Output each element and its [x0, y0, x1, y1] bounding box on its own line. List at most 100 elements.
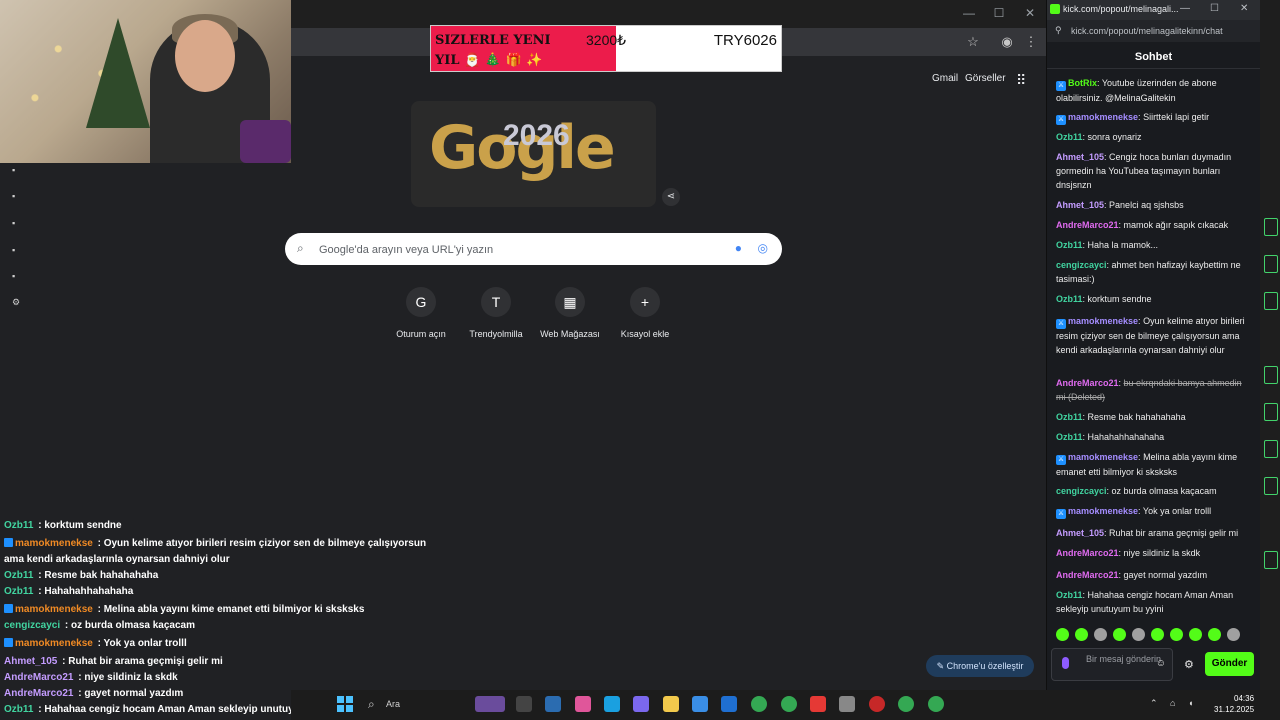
store-icon[interactable]: [692, 696, 708, 712]
chat-message[interactable]: Ahmet_105: Ruhat bir arama geçmişi gelir…: [1056, 526, 1250, 540]
emote-icon[interactable]: [1151, 628, 1164, 641]
youtube-icon[interactable]: [810, 696, 826, 712]
taskbar-app-icon[interactable]: [839, 696, 855, 712]
customize-chrome-button[interactable]: ✎ Chrome'u özelleştir: [926, 655, 1034, 677]
shortcut-webstore[interactable]: ▦ Web Mağazası: [530, 287, 610, 339]
chrome-icon[interactable]: [751, 696, 767, 712]
chat-username[interactable]: Ahmet_105: [1056, 152, 1104, 162]
chat-message[interactable]: AndreMarco21: niye sildiniz la skdk: [1056, 546, 1250, 560]
gear-icon[interactable]: ⚙: [12, 297, 20, 307]
images-link[interactable]: Görseller: [965, 73, 1006, 84]
microphone-icon[interactable]: [1062, 657, 1069, 669]
chat-username[interactable]: Ahmet_105: [1056, 200, 1104, 210]
chat-username[interactable]: Ozb11: [1056, 132, 1083, 142]
file-explorer-icon[interactable]: [663, 696, 679, 712]
chrome-icon[interactable]: [928, 696, 944, 712]
chat-username[interactable]: Ozb11: [1056, 590, 1083, 600]
search-input[interactable]: [317, 238, 701, 262]
side-icon[interactable]: ▪: [12, 271, 20, 281]
emote-icon[interactable]: [1075, 628, 1088, 641]
chat-username[interactable]: cengizcayci: [1056, 260, 1107, 270]
emote-icon[interactable]: [1113, 628, 1126, 641]
chat-settings-icon[interactable]: ⚙: [1184, 658, 1194, 671]
network-icon[interactable]: ⌂: [1170, 698, 1175, 708]
chrome-icon[interactable]: [781, 696, 797, 712]
close-icon[interactable]: ✕: [1020, 6, 1040, 20]
chat-username[interactable]: AndreMarco21: [1056, 378, 1119, 388]
search-bar[interactable]: ⌕ ● ◎: [285, 233, 782, 265]
emote-icon[interactable]: [1132, 628, 1145, 641]
taskbar-app-icon[interactable]: [575, 696, 591, 712]
close-icon[interactable]: ✕: [1240, 3, 1248, 14]
shortcut-signin[interactable]: G Oturum açın: [381, 287, 461, 339]
profile-icon[interactable]: ◉: [998, 34, 1016, 50]
chat-username[interactable]: mamokmenekse: [1068, 452, 1138, 462]
emote-icon[interactable]: [1189, 628, 1202, 641]
chat-username[interactable]: BotRix: [1068, 78, 1097, 88]
taskbar-app-icon[interactable]: [545, 696, 561, 712]
taskbar-app-icon[interactable]: [869, 696, 885, 712]
chat-message-list[interactable]: ⚔ BotRix: Youtube üzerinden de abone olab…: [1056, 74, 1252, 622]
apps-grid-icon[interactable]: ⠿: [1016, 72, 1030, 88]
chat-message[interactable]: ⚔ mamokmenekse: Yok ya onlar trolll: [1056, 504, 1250, 519]
chat-username[interactable]: cengizcayci: [1056, 486, 1107, 496]
chat-message[interactable]: Ozb11: Resme bak hahahahaha: [1056, 410, 1250, 424]
side-icon[interactable]: ▪: [12, 218, 20, 228]
chat-message[interactable]: ⚔ BotRix: Youtube üzerinden de abone olab…: [1056, 76, 1250, 105]
emote-icon[interactable]: [1094, 628, 1107, 641]
outlook-icon[interactable]: [721, 696, 737, 712]
google-doodle[interactable]: Gogle 2026: [411, 101, 656, 207]
chat-username[interactable]: Ahmet_105: [1056, 528, 1104, 538]
minimize-icon[interactable]: —: [959, 6, 979, 20]
chat-message[interactable]: cengizcayci: oz burda olmasa kaçacam: [1056, 484, 1250, 498]
chat-message[interactable]: Ahmet_105: Cengiz hoca bunları duymadın …: [1056, 150, 1250, 192]
chat-message[interactable]: Ozb11: korktum sendne: [1056, 292, 1250, 306]
side-icon[interactable]: ▪: [12, 245, 20, 255]
teams-icon[interactable]: [633, 696, 649, 712]
site-info-icon[interactable]: ⚲: [1055, 25, 1062, 36]
chat-username[interactable]: Ozb11: [1056, 432, 1083, 442]
taskbar-clock[interactable]: 04:36 31.12.2025: [1214, 693, 1254, 715]
chat-username[interactable]: mamokmenekse: [1068, 112, 1138, 122]
emoji-icon[interactable]: ☺: [1156, 658, 1166, 669]
chat-message[interactable]: AndreMarco21: mamok ağır sapık cıkacak: [1056, 218, 1250, 232]
chat-username[interactable]: Ozb11: [1056, 294, 1083, 304]
chat-username[interactable]: Ozb11: [1056, 412, 1083, 422]
chat-username[interactable]: AndreMarco21: [1056, 570, 1119, 580]
chat-message[interactable]: ⚔ mamokmenekse: Oyun kelime atıyor birile…: [1056, 314, 1250, 357]
more-menu-icon[interactable]: ⋮: [1022, 34, 1040, 50]
chat-message[interactable]: ⚔ mamokmenekse: Melina abla yayını kime e…: [1056, 450, 1250, 479]
side-icon[interactable]: ▪: [12, 191, 20, 201]
windows-start-icon[interactable]: [337, 696, 353, 712]
emote-icon[interactable]: [1056, 628, 1069, 641]
share-icon[interactable]: ⋖: [662, 188, 680, 206]
shortcut-add[interactable]: + Kısayol ekle: [605, 287, 685, 339]
star-icon[interactable]: ☆: [964, 34, 982, 50]
chat-username[interactable]: mamokmenekse: [1068, 506, 1138, 516]
chat-username[interactable]: AndreMarco21: [1056, 548, 1119, 558]
minimize-icon[interactable]: —: [1180, 3, 1190, 14]
emote-icon[interactable]: [1208, 628, 1221, 641]
chat-username[interactable]: AndreMarco21: [1056, 220, 1119, 230]
microphone-icon[interactable]: ●: [735, 241, 742, 255]
chat-username[interactable]: Ozb11: [1056, 240, 1083, 250]
emote-icon[interactable]: [1170, 628, 1183, 641]
side-icon[interactable]: ▪: [12, 165, 20, 175]
chat-message[interactable]: AndreMarco21: gayet normal yazdım: [1056, 568, 1250, 582]
emote-icon[interactable]: [1227, 628, 1240, 641]
send-button[interactable]: Gönder: [1205, 652, 1254, 676]
chat-message[interactable]: cengizcayci: ahmet ben hafizayi kaybetti…: [1056, 258, 1250, 286]
taskbar-app-icon[interactable]: [475, 696, 505, 712]
volume-icon[interactable]: ◖: [1188, 698, 1193, 708]
chat-message[interactable]: Ozb11: Haha la mamok...: [1056, 238, 1250, 252]
maximize-icon[interactable]: ☐: [1210, 3, 1219, 14]
chat-message[interactable]: Ozb11: Hahahaa cengiz hocam Aman Aman se…: [1056, 588, 1250, 616]
maximize-icon[interactable]: ☐: [989, 6, 1009, 20]
chat-username[interactable]: mamokmenekse: [1068, 316, 1138, 326]
taskbar-search[interactable]: ⌕ Ara: [362, 695, 472, 715]
chat-message-input[interactable]: Bir mesaj gönderin ☺: [1051, 648, 1173, 681]
edge-browser-icon[interactable]: [604, 696, 620, 712]
lens-icon[interactable]: ◎: [758, 241, 768, 255]
chat-message[interactable]: Ahmet_105: Panelci aq sjshsbs: [1056, 198, 1250, 212]
kick-url-bar[interactable]: ⚲ kick.com/popout/melinagalitekinn/chat: [1047, 20, 1260, 42]
